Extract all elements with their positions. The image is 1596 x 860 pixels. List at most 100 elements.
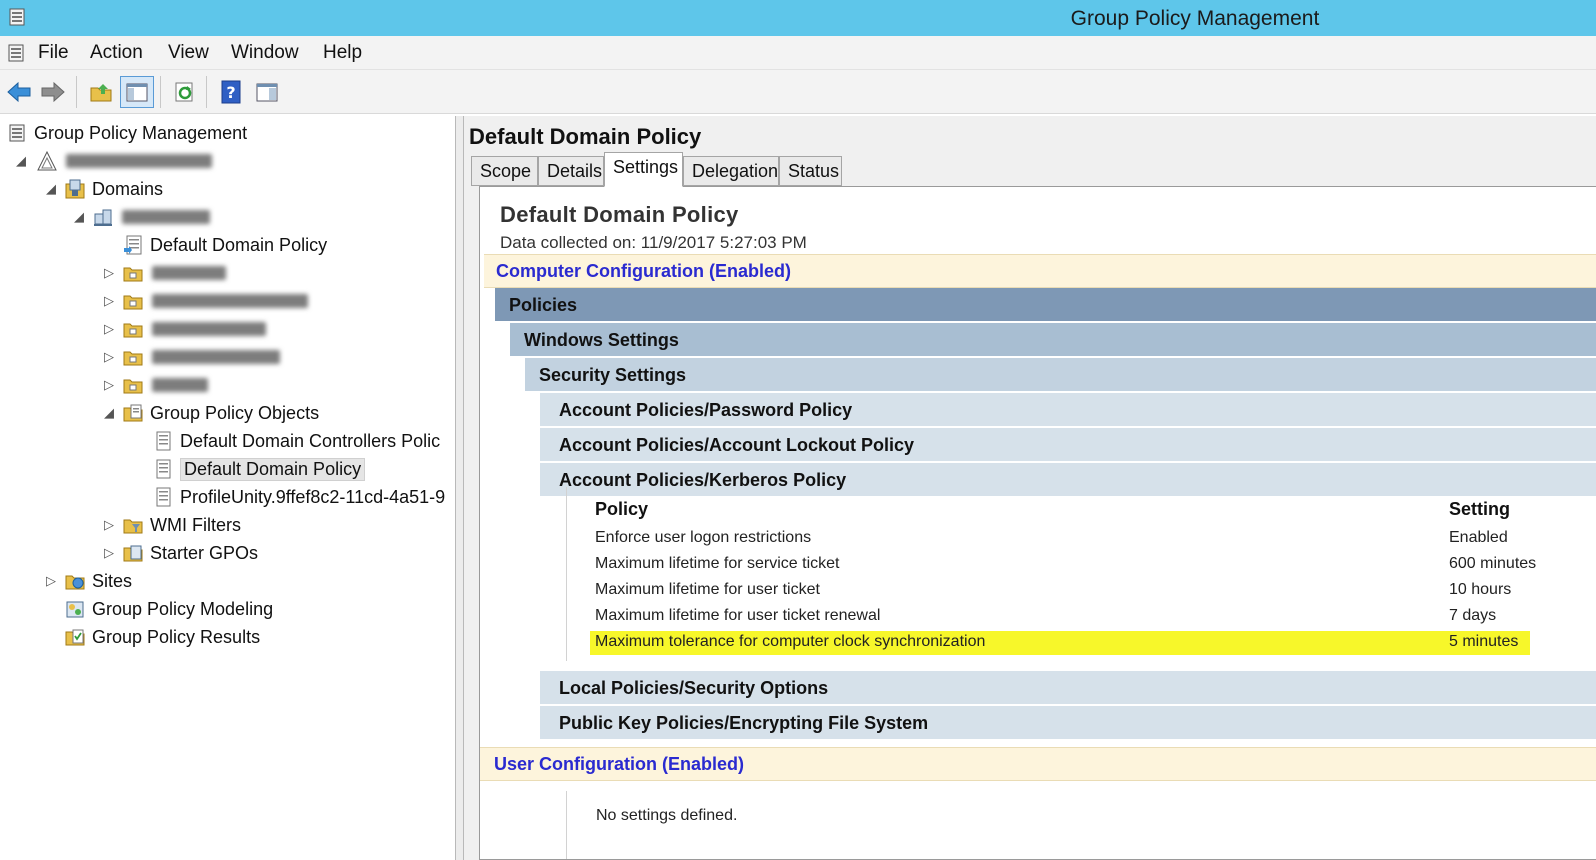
wmi-folder-icon <box>123 519 143 534</box>
up-one-level-button[interactable] <box>84 76 118 108</box>
domain-icon <box>94 209 112 226</box>
tree-item-ou[interactable] <box>122 288 308 314</box>
tree-item-gpo[interactable]: Default Domain Controllers Polic <box>152 428 440 454</box>
tree-item-ou[interactable] <box>122 316 266 342</box>
tree-item-domain[interactable] <box>92 204 210 230</box>
policy-setting: 7 days <box>1449 607 1497 624</box>
collapse-arrow-icon[interactable]: ◢ <box>44 182 58 196</box>
section-kerberos-policy[interactable]: Account Policies/Kerberos Policy <box>540 463 1596 497</box>
redacted-ou-name <box>152 266 226 280</box>
tree-item-gp-results[interactable]: Group Policy Results <box>64 624 260 650</box>
back-button[interactable] <box>2 76 36 108</box>
gpmc-root-icon <box>9 124 25 142</box>
expand-arrow-icon[interactable]: ▷ <box>102 350 116 364</box>
tree-item-ou[interactable] <box>122 260 226 286</box>
section-account-lockout-policy[interactable]: Account Policies/Account Lockout Policy <box>540 428 1596 462</box>
tree-item-gpo[interactable]: ProfileUnity.9ffef8c2-11cd-4a51-9 <box>152 484 445 510</box>
section-label: Account Policies/Kerberos Policy <box>559 470 847 490</box>
forward-arrow-icon <box>41 81 65 103</box>
section-label: Account Policies/Account Lockout Policy <box>559 435 915 455</box>
forest-icon <box>37 150 57 171</box>
menu-action[interactable]: Action <box>90 42 143 64</box>
policy-setting: 600 minutes <box>1449 555 1537 572</box>
show-action-pane-button[interactable] <box>250 76 284 108</box>
show-hide-console-tree-button[interactable] <box>120 76 154 108</box>
toolbar-separator <box>160 76 161 108</box>
policy-setting: Enabled <box>1449 529 1508 546</box>
tree-item-ou[interactable] <box>122 344 280 370</box>
policy-name: Enforce user logon restrictions <box>595 529 812 546</box>
section-security-options[interactable]: Local Policies/Security Options <box>540 671 1596 705</box>
window-title: Group Policy Management <box>1070 7 1320 30</box>
expand-arrow-icon[interactable]: ▷ <box>102 266 116 280</box>
help-button[interactable]: ? <box>214 76 248 108</box>
tab-status[interactable]: Status <box>779 156 842 186</box>
system-menu-icon[interactable] <box>5 42 27 64</box>
tree-item-group-policy-objects[interactable]: Group Policy Objects <box>122 400 319 426</box>
console-tree[interactable]: Group Policy Management ◢ ◢ Domains ◢ De… <box>0 116 456 860</box>
tab-scope[interactable]: Scope <box>471 156 538 186</box>
gpo-link-icon <box>124 235 142 255</box>
details-pane: Default Domain Policy Scope Details Sett… <box>463 116 1596 860</box>
tree-item-domains[interactable]: Domains <box>64 176 163 202</box>
user-configuration-header[interactable]: User Configuration (Enabled) <box>480 747 1596 781</box>
tree-item-forest[interactable] <box>36 148 212 174</box>
expand-arrow-icon[interactable]: ▷ <box>102 518 116 532</box>
expand-arrow-icon[interactable]: ▷ <box>44 574 58 588</box>
tree-item-default-domain-policy-link[interactable]: Default Domain Policy <box>122 232 327 258</box>
tree-label: WMI Filters <box>150 514 241 535</box>
collapse-arrow-icon[interactable]: ◢ <box>14 154 28 168</box>
section-encrypting-file-system[interactable]: Public Key Policies/Encrypting File Syst… <box>540 706 1596 740</box>
toolbar-separator <box>76 76 77 108</box>
settings-report[interactable]: Default Domain Policy Data collected on:… <box>479 186 1596 860</box>
menu-window[interactable]: Window <box>231 42 299 64</box>
starter-gpo-folder-icon <box>123 545 143 562</box>
section-policies[interactable]: Policies <box>495 288 1596 322</box>
refresh-button[interactable] <box>168 76 202 108</box>
no-settings-text: No settings defined. <box>596 807 738 824</box>
gpo-icon <box>156 431 171 451</box>
results-icon <box>65 629 85 646</box>
pane-splitter[interactable] <box>456 116 463 860</box>
section-security-settings[interactable]: Security Settings <box>525 358 1596 392</box>
table-row: Enforce user logon restrictions Enabled <box>566 527 1596 551</box>
tab-details[interactable]: Details <box>538 156 604 186</box>
user-config-indent-rule <box>566 791 1596 859</box>
redacted-forest-name <box>66 154 212 168</box>
gpo-icon <box>156 487 171 507</box>
redacted-ou-name <box>152 322 266 336</box>
details-title: Default Domain Policy <box>469 124 702 149</box>
tree-item-wmi-filters[interactable]: WMI Filters <box>122 512 241 538</box>
collapse-arrow-icon[interactable]: ◢ <box>102 406 116 420</box>
tab-settings[interactable]: Settings <box>604 152 683 187</box>
expand-arrow-icon[interactable]: ▷ <box>102 294 116 308</box>
collapse-arrow-icon[interactable]: ◢ <box>72 210 86 224</box>
table-row: Maximum lifetime for service ticket 600 … <box>566 553 1596 577</box>
config-label: Computer Configuration (Enabled) <box>496 261 791 281</box>
policy-name: Maximum lifetime for user ticket renewal <box>595 607 881 624</box>
menu-file[interactable]: File <box>38 42 69 64</box>
tree-item-gp-modeling[interactable]: Group Policy Modeling <box>64 596 273 622</box>
section-label: Windows Settings <box>524 330 679 350</box>
tree-item-ou[interactable] <box>122 372 208 398</box>
tab-delegation[interactable]: Delegation <box>683 156 779 186</box>
tree-item-sites[interactable]: Sites <box>64 568 132 594</box>
computer-configuration-header[interactable]: Computer Configuration (Enabled) <box>484 254 1596 288</box>
tree-label: ProfileUnity.9ffef8c2-11cd-4a51-9 <box>180 486 446 507</box>
section-windows-settings[interactable]: Windows Settings <box>510 323 1596 357</box>
menu-help[interactable]: Help <box>323 42 362 64</box>
expand-arrow-icon[interactable]: ▷ <box>102 322 116 336</box>
redacted-ou-name <box>152 350 280 364</box>
section-password-policy[interactable]: Account Policies/Password Policy <box>540 393 1596 427</box>
tree-item-root[interactable]: Group Policy Management <box>6 120 247 146</box>
expand-arrow-icon[interactable]: ▷ <box>102 378 116 392</box>
forward-button[interactable] <box>36 76 70 108</box>
menu-view[interactable]: View <box>168 42 209 64</box>
gpo-icon <box>156 459 171 479</box>
tree-item-starter-gpos[interactable]: Starter GPOs <box>122 540 258 566</box>
policy-name: Maximum lifetime for user ticket <box>595 581 820 598</box>
modeling-icon <box>66 601 84 618</box>
expand-arrow-icon[interactable]: ▷ <box>102 546 116 560</box>
tree-item-gpo-selected[interactable]: Default Domain Policy <box>152 456 366 482</box>
policy-setting: 10 hours <box>1449 581 1512 598</box>
